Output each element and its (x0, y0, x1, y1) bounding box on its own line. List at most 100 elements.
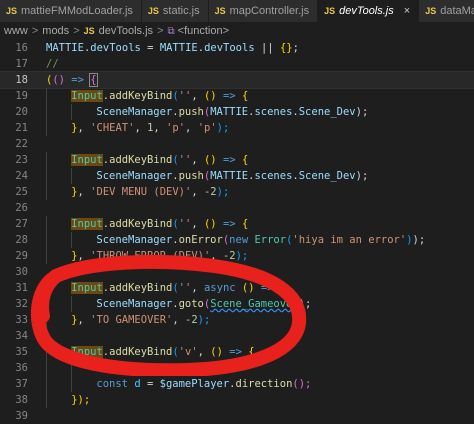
js-file-icon: JS (214, 6, 226, 16)
line-number: 35 (15, 346, 28, 358)
line-number: 28 (15, 234, 28, 246)
indent-guide (46, 184, 47, 200)
code-token: '' (178, 282, 192, 294)
breadcrumb-item[interactable]: www (4, 25, 28, 37)
code-line[interactable]: 16 MATTIE.devTools = MATTIE.devTools || {… (0, 40, 474, 56)
indent-guide (71, 168, 73, 184)
code-token: => (64, 74, 91, 86)
code-token: '' (178, 154, 192, 166)
breadcrumb-item[interactable]: <function> (178, 25, 229, 37)
code-token: '' (178, 218, 192, 230)
code-token: , (191, 154, 204, 166)
code-line[interactable]: 24 SceneManager.push(MATTIE.scenes.Scene_… (0, 168, 474, 184)
code-line[interactable]: 30 (0, 264, 474, 280)
code-token: push (178, 170, 204, 182)
code-token: => (254, 282, 280, 294)
code-line[interactable]: 19 Input.addKeyBind('', () => { (0, 88, 474, 104)
code-line[interactable]: 29}, 'THROW ERROR (DEV)', -2); (0, 248, 474, 264)
code-token: ); (216, 122, 230, 134)
indent-guide (46, 152, 47, 168)
code-token: SceneManager (96, 298, 173, 310)
code-token: const (96, 362, 135, 374)
code-token: { (241, 154, 249, 166)
indent-guide (71, 104, 73, 120)
code-line[interactable]: 27 Input.addKeyBind('', () => { (0, 216, 474, 232)
code-token: Scene_Dev (298, 170, 356, 182)
code-token: Scene_Dev (298, 106, 356, 118)
line-number: 34 (15, 330, 28, 342)
code-token: $gamePlayer (159, 378, 230, 390)
line-number: 27 (15, 218, 28, 230)
code-token: Scene_Gameover (210, 298, 299, 310)
js-file-icon: JS (6, 6, 18, 16)
code-editor[interactable]: 16 MATTIE.devTools = MATTIE.devTools || {… (0, 40, 474, 422)
code-line[interactable]: 20 SceneManager.push(MATTIE.scenes.Scene_… (0, 104, 474, 120)
code-line[interactable]: 38}); (0, 392, 474, 408)
indent-guide (46, 88, 47, 104)
breadcrumb-item[interactable]: devTools.js (99, 25, 153, 37)
code-line[interactable]: 21}, 'CHEAT', 1, 'p', 'p'); (0, 120, 474, 136)
code-token: () (52, 74, 65, 86)
code-line[interactable]: 17 // (0, 56, 474, 72)
code-line[interactable]: 26 (0, 200, 474, 216)
code-token: }); (71, 394, 91, 406)
code-line[interactable]: 23 Input.addKeyBind('', () => { (0, 152, 474, 168)
tab-devtools-js[interactable]: JS devTools.js × (318, 0, 420, 22)
code-line[interactable]: 39 (0, 408, 474, 424)
tab-static-js[interactable]: JS static.js (141, 0, 209, 22)
tab-mapcontroller-js[interactable]: JS mapController.js (208, 0, 319, 22)
code-token: amount (134, 362, 173, 374)
breadcrumb-item[interactable]: mods (42, 25, 69, 37)
code-line[interactable]: 25}, 'DEV MENU (DEV)', -2); (0, 184, 474, 200)
code-token: 'CHEAT' (90, 122, 135, 134)
code-token: async (203, 282, 242, 294)
close-icon[interactable]: × (404, 5, 410, 17)
code-line[interactable]: 28 SceneManager.onError(new Error('hiya i… (0, 232, 474, 248)
line-number: 16 (15, 42, 28, 54)
code-token: = (140, 42, 160, 54)
code-line[interactable]: 34 (0, 328, 474, 344)
code-token: SceneManager (96, 234, 173, 246)
code-line[interactable]: 35 Input.addKeyBind('v', () => { (0, 344, 474, 360)
code-text: const amount = 1; (96, 360, 204, 376)
code-token: () (203, 154, 217, 166)
tab-mattiefmmodloader-js[interactable]: JS mattieFMModLoader.js (0, 0, 142, 22)
code-token: SceneManager (96, 106, 173, 118)
code-token: onError (178, 234, 223, 246)
code-line[interactable]: 36 const amount = 1; (0, 360, 474, 376)
code-text: SceneManager.onError(new Error('hiya im … (96, 232, 425, 248)
code-line[interactable]: 18 (() => { (0, 71, 474, 89)
code-token: 'hiya im an error' (292, 234, 407, 246)
code-token: MATTIE (46, 42, 84, 54)
code-line[interactable]: 32 SceneManager.goto(Scene_Gameover); (0, 296, 474, 312)
indent-guide (46, 216, 47, 232)
line-number: 22 (15, 138, 28, 150)
code-token: push (178, 106, 204, 118)
code-token: devTools (90, 42, 141, 54)
js-file-icon: JS (425, 6, 437, 16)
code-line[interactable]: 22 (0, 136, 474, 152)
code-text: Input.addKeyBind('v', () => { (71, 344, 255, 360)
code-token: { (241, 218, 249, 230)
indent-guide (46, 168, 47, 184)
code-token: (); (292, 378, 312, 390)
tab-label: dataMapMo (440, 5, 474, 17)
code-text: SceneManager.goto(Scene_Gameover); (96, 296, 311, 312)
code-line[interactable]: 37 const d = $gamePlayer.direction(); (0, 376, 474, 392)
code-token: new (229, 234, 255, 246)
code-line[interactable]: 33}, 'TO GAMEOVER', -2); (0, 312, 474, 328)
indent-guide (46, 104, 47, 120)
code-token: , (77, 186, 91, 198)
code-token: => (216, 90, 242, 102)
code-token: { (279, 282, 287, 294)
code-token: 'v' (178, 346, 198, 358)
chevron-right-icon: > (73, 25, 80, 37)
code-line[interactable]: 31 Input.addKeyBind('', async () => { (0, 280, 474, 296)
breadcrumb: www > mods > JS devTools.js > ⧉ <function> (0, 22, 474, 40)
code-token: Input (71, 90, 103, 102)
line-number: 29 (15, 250, 28, 262)
code-token: , (172, 314, 186, 326)
code-token: -2 (222, 250, 236, 262)
code-text: }, 'DEV MENU (DEV)', -2); (71, 184, 229, 200)
tab-datamapmo[interactable]: JSdataMapMo (419, 0, 474, 22)
